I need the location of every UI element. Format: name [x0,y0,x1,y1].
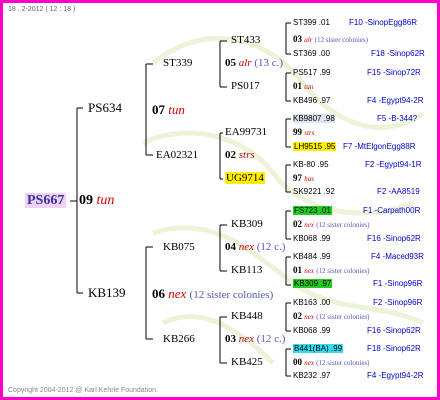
g5-top-8[interactable]: B441(BA) .99 [293,344,344,353]
g5-bottom-source-2: F4 -Egypt94-2R [367,96,424,105]
g5-bottom-source-6: F1 -Sinop96R [373,279,423,288]
g2-node-1[interactable]: PS634 [88,101,122,114]
g5-top-5[interactable]: FS723 .01 [293,206,332,215]
root-mark: tun [96,193,115,208]
g3-marks-3: 04 nex (12 c.) [225,241,286,253]
g5-marks-3: 99 strs [293,127,315,137]
g3-node-4[interactable]: KB266 [163,334,195,345]
g5-top-4[interactable]: KB-80 .95 [293,161,329,169]
g4-node-6[interactable]: KB113 [231,265,262,276]
pedigree-frame: 18 . 2-2012 ( 12 : 18 ) PS667 09 tun PS6… [0,0,440,400]
g5-marks-8: 00 nex (12 sister colonies) [293,357,370,367]
root-marks: 09 tun [79,194,114,208]
g4-node-7[interactable]: KB448 [231,311,263,322]
timestamp: 18 . 2-2012 ( 12 : 18 ) [8,6,76,13]
g5-top-source-1: F10 -SinopEgg86R [349,18,418,27]
g4-node-4[interactable]: UG9714 [225,172,265,184]
g5-bottom-3[interactable]: LH9515 .95 [293,142,337,151]
g5-top-2[interactable]: PS517 .99 [293,69,330,77]
g2-marks-2: 06 nex (12 sister colonies) [152,286,274,301]
g4-node-3[interactable]: EA99731 [225,127,267,138]
g5-bottom-4[interactable]: SK9221 .92 [293,188,335,196]
copyright-footer: Copyright 2004-2012 @ Karl Kehrle Founda… [8,387,158,394]
root-id: PS667 [25,193,67,208]
g3-node-2[interactable]: EA02321 [156,150,198,161]
g4-node-8[interactable]: KB425 [231,357,263,368]
root-node[interactable]: PS667 [25,193,67,208]
g5-top-7[interactable]: KB163 .00 [293,299,330,307]
g5-bottom-7[interactable]: KB068 .99 [293,327,330,335]
g5-bottom-8[interactable]: KB232 .97 [293,372,330,380]
g5-marks-1: 03 alr (12 sister colonies) [293,34,368,44]
pedigree-connector-lines [70,22,291,377]
g5-top-source-4: F2 -Egypt94-1R [365,160,422,169]
g5-top-source-6: F4 -Maced93R [371,252,424,261]
g3-marks-1: 05 alr (13 c.) [225,57,284,69]
g5-bottom-source-7: F16 -Sinop62R [367,326,421,335]
g5-bottom-source-1: F18 -Sinop62R [371,49,425,58]
g5-top-source-7: F2 -Sinop96R [373,298,423,307]
g5-bottom-1[interactable]: ST369 .00 [293,50,330,58]
g5-bottom-source-8: F4 -Egypt94-2R [367,371,424,380]
g5-top-3[interactable]: KB9807 .98 [293,114,335,123]
g2-node-2[interactable]: KB139 [88,286,126,299]
g5-top-source-2: F15 -Sinop72R [367,68,421,77]
g5-marks-6: 01 nex (12 sister colonies) [293,265,370,275]
g5-bottom-5[interactable]: KB068 .99 [293,235,330,243]
g5-marks-2: 01 tun [293,81,314,91]
g4-node-2[interactable]: PS017 [231,81,260,92]
g3-node-3[interactable]: KB075 [163,242,195,253]
g5-top-source-3: F5 -B-344? [377,114,418,123]
g5-top-6[interactable]: KB484 .99 [293,253,330,261]
g5-bottom-2[interactable]: KB496 .97 [293,97,330,105]
g3-marks-2: 02 strs [225,149,255,161]
g5-marks-7: 02 nex (12 sister colonies) [293,311,370,321]
g5-marks-4: 97 has [293,173,314,183]
g4-node-1[interactable]: ST433 [231,35,260,46]
g3-marks-4: 03 nex (12 c.) [225,333,286,345]
g5-bottom-source-4: F2 -AA8519 [377,187,420,196]
g5-bottom-6[interactable]: KB309 .97 [293,279,333,288]
g4-node-5[interactable]: KB309 [231,219,263,230]
g5-top-source-8: F18 -Sinop62R [367,344,421,353]
g5-top-1[interactable]: ST399 .01 [293,19,330,27]
g5-bottom-source-5: F16 -Sinop62R [367,234,421,243]
g3-node-1[interactable]: ST339 [163,58,192,69]
root-number: 09 [79,193,93,208]
g5-top-source-5: F1 -Carpath00R [363,206,421,215]
g2-marks-1: 07 tun [152,102,185,117]
g5-marks-5: 02 nex (12 sister colonies) [293,219,370,229]
g5-bottom-source-3: F7 -MtElgonEgg88R [343,142,416,151]
